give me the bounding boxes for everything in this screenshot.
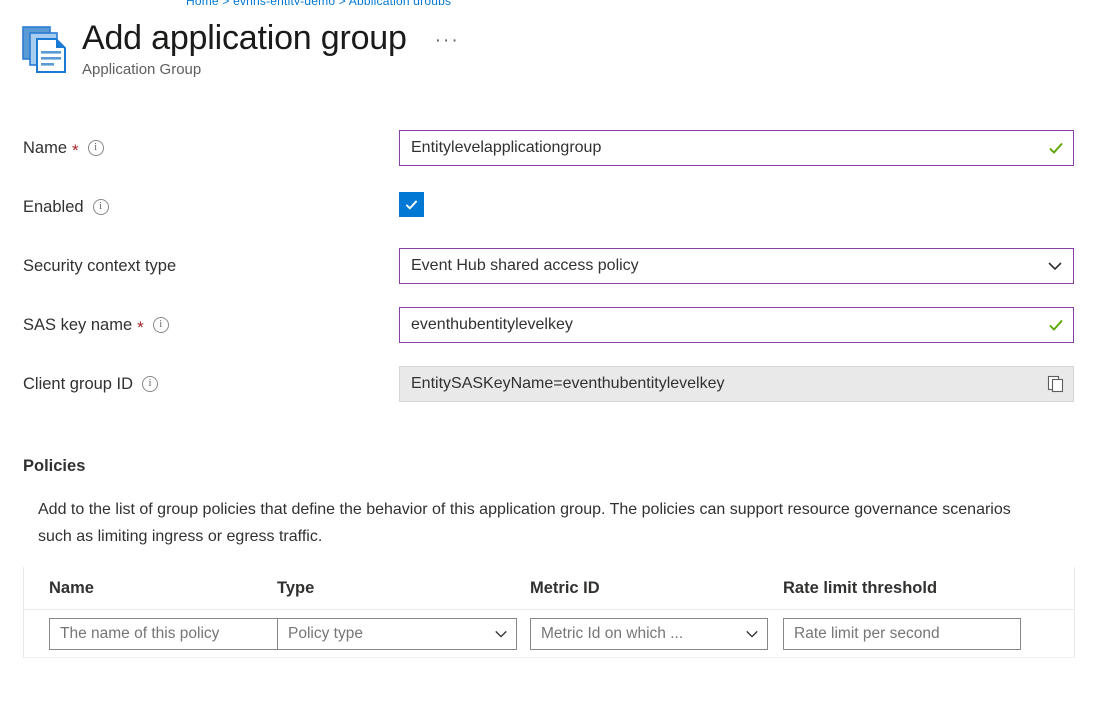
policy-type-placeholder: Policy type xyxy=(288,625,363,643)
valid-check-icon-name xyxy=(1048,140,1064,156)
control-sas-key-name: eventhubentitylevelkey xyxy=(399,307,1074,343)
control-name: Entitylevelapplicationgroup xyxy=(399,130,1074,166)
label-security-context-type: Security context type xyxy=(23,248,176,284)
page-subtitle: Application Group xyxy=(82,60,460,80)
valid-check-icon-sas-key-name xyxy=(1048,317,1064,333)
cell-policy-type: Policy type xyxy=(277,618,530,650)
label-sas-key-name-text: SAS key name xyxy=(23,316,132,335)
cell-rate-limit: Rate limit per second xyxy=(783,618,1036,650)
page-title: Add application group xyxy=(82,18,407,58)
info-icon-client-group-id[interactable]: i xyxy=(142,376,158,392)
info-icon-sas-key-name[interactable]: i xyxy=(153,317,169,333)
field-row-enabled: Enabled i xyxy=(0,189,1116,225)
security-context-type-value: Event Hub shared access policy xyxy=(411,257,639,275)
required-asterisk-sas-key-name: * xyxy=(137,319,144,336)
field-row-security-context-type: Security context type Event Hub shared a… xyxy=(0,248,1116,284)
label-client-group-id: Client group ID i xyxy=(23,366,158,402)
label-name: Name * i xyxy=(23,130,104,166)
chevron-down-icon xyxy=(1047,258,1063,274)
sas-key-name-input[interactable]: eventhubentitylevelkey xyxy=(399,307,1074,343)
sas-key-name-value: eventhubentitylevelkey xyxy=(411,316,573,334)
metric-id-placeholder: Metric Id on which ... xyxy=(541,625,683,643)
policy-type-dropdown[interactable]: Policy type xyxy=(277,618,517,650)
table-row: The name of this policy Policy type Metr… xyxy=(24,610,1074,658)
label-security-context-type-text: Security context type xyxy=(23,257,176,276)
field-row-name: Name * i Entitylevelapplicationgroup xyxy=(0,130,1116,166)
column-header-metric-id: Metric ID xyxy=(530,579,783,598)
control-enabled xyxy=(399,189,1074,225)
copy-icon[interactable] xyxy=(1047,375,1065,393)
policies-description: Add to the list of group policies that d… xyxy=(38,496,1048,550)
label-client-group-id-text: Client group ID xyxy=(23,375,133,394)
policies-section: Policies Add to the list of group polici… xyxy=(0,457,1116,550)
policies-table: Name Type Metric ID Rate limit threshold… xyxy=(23,567,1075,658)
client-group-id-input: EntitySASKeyName=eventhubentitylevelkey xyxy=(399,366,1074,402)
metric-id-dropdown[interactable]: Metric Id on which ... xyxy=(530,618,768,650)
stacked-documents-icon xyxy=(22,24,72,76)
policies-table-header: Name Type Metric ID Rate limit threshold xyxy=(24,567,1074,610)
client-group-id-value: EntitySASKeyName=eventhubentitylevelkey xyxy=(411,375,725,393)
cell-metric-id: Metric Id on which ... xyxy=(530,618,783,650)
label-enabled: Enabled i xyxy=(23,189,109,225)
column-header-type: Type xyxy=(277,579,530,598)
enabled-checkbox[interactable] xyxy=(399,192,424,217)
label-enabled-text: Enabled xyxy=(23,198,84,217)
field-row-sas-key-name: SAS key name * i eventhubentitylevelkey xyxy=(0,307,1116,343)
more-options-button[interactable]: ··· xyxy=(435,35,460,47)
chevron-down-icon xyxy=(745,627,759,641)
name-input[interactable]: Entitylevelapplicationgroup xyxy=(399,130,1074,166)
rate-limit-input[interactable]: Rate limit per second xyxy=(783,618,1021,650)
policy-name-placeholder: The name of this policy xyxy=(60,625,219,643)
column-header-rate-limit-threshold: Rate limit threshold xyxy=(783,579,1036,598)
chevron-down-icon xyxy=(494,627,508,641)
info-icon-name[interactable]: i xyxy=(88,140,104,156)
control-security-context-type: Event Hub shared access policy xyxy=(399,248,1074,284)
field-row-client-group-id: Client group ID i EntitySASKeyName=event… xyxy=(0,366,1116,402)
breadcrumb[interactable]: Home > evhns-entity-demo > Application g… xyxy=(186,0,451,5)
label-name-text: Name xyxy=(23,139,67,158)
cell-policy-name: The name of this policy xyxy=(24,618,277,650)
required-asterisk-name: * xyxy=(72,142,79,159)
application-group-form: Name * i Entitylevelapplicationgroup Ena… xyxy=(0,130,1116,425)
page-header: Add application group ··· Application Gr… xyxy=(22,18,460,80)
name-input-value: Entitylevelapplicationgroup xyxy=(411,139,601,157)
info-icon-enabled[interactable]: i xyxy=(93,199,109,215)
label-sas-key-name: SAS key name * i xyxy=(23,307,169,343)
column-header-name: Name xyxy=(24,579,277,598)
title-row: Add application group ··· xyxy=(82,18,460,58)
checkmark-icon xyxy=(404,197,419,212)
header-text-block: Add application group ··· Application Gr… xyxy=(82,18,460,80)
rate-limit-placeholder: Rate limit per second xyxy=(794,625,940,643)
security-context-type-dropdown[interactable]: Event Hub shared access policy xyxy=(399,248,1074,284)
policy-name-input[interactable]: The name of this policy xyxy=(49,618,286,650)
policies-heading: Policies xyxy=(23,457,1116,476)
control-client-group-id: EntitySASKeyName=eventhubentitylevelkey xyxy=(399,366,1074,402)
